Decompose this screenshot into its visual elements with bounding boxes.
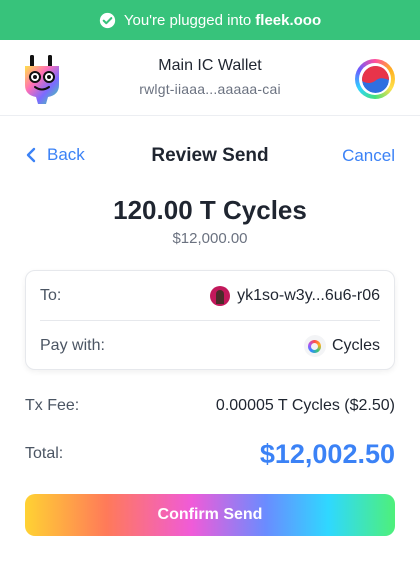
cancel-button[interactable]: Cancel: [342, 146, 395, 166]
recipient-avatar-icon: [210, 285, 231, 306]
pay-with-label: Pay with:: [40, 337, 105, 354]
recipient-row: To: yk1so-w3y...6u6-r06: [40, 271, 380, 321]
cycles-token-icon: [303, 335, 326, 357]
recipient-label: To:: [40, 286, 62, 304]
recipient-value: yk1so-w3y...6u6-r06: [210, 285, 380, 306]
tx-fee-label: Tx Fee:: [25, 397, 80, 414]
wallet-header: Main IC Wallet rwlgt-iiaaa...aaaaa-cai: [0, 40, 420, 116]
recipient-address: yk1so-w3y...6u6-r06: [237, 286, 380, 304]
total-row: Total: $12,002.50: [25, 436, 395, 472]
chevron-left-icon: [26, 147, 36, 163]
send-amount: 120.00 T Cycles: [113, 195, 307, 225]
pay-with-row: Pay with: Cycles: [40, 321, 380, 371]
connection-banner: You're plugged into fleek.ooo: [0, 0, 420, 40]
send-amount-usd: $12,000.00: [172, 230, 248, 247]
review-nav-bar: Back Review Send Cancel: [0, 140, 420, 172]
wallet-selector[interactable]: Main IC Wallet rwlgt-iiaaa...aaaaa-cai: [100, 57, 320, 97]
profile-avatar-button[interactable]: [355, 59, 395, 99]
pay-with-token: Cycles: [331, 337, 380, 354]
tx-fee-value: 0.00005 T Cycles ($2.50): [215, 397, 395, 414]
wallet-principal-id: rwlgt-iiaaa...aaaaa-cai: [139, 81, 281, 97]
profile-avatar-icon: [361, 65, 389, 93]
wallet-name: Main IC Wallet: [158, 57, 262, 74]
back-button[interactable]: Back: [25, 145, 85, 165]
banner-prefix: You're plugged into: [123, 11, 252, 29]
avatar-inner: [359, 63, 391, 95]
pay-with-value: Cycles: [303, 335, 380, 357]
plug-logo-icon: [25, 55, 59, 104]
confirm-send-button[interactable]: Confirm Send: [25, 494, 395, 536]
transfer-details-card: To: yk1so-w3y...6u6-r06 Pay with: Cycles: [25, 270, 395, 370]
banner-text: You're plugged into fleek.ooo: [124, 12, 321, 29]
back-label: Back: [47, 145, 85, 164]
total-label: Total:: [25, 445, 64, 462]
banner-site: fleek.ooo: [255, 11, 322, 29]
total-value: $12,002.50: [259, 438, 395, 469]
check-circle-icon: [99, 12, 116, 28]
tx-fee-row: Tx Fee: 0.00005 T Cycles ($2.50): [25, 397, 395, 415]
